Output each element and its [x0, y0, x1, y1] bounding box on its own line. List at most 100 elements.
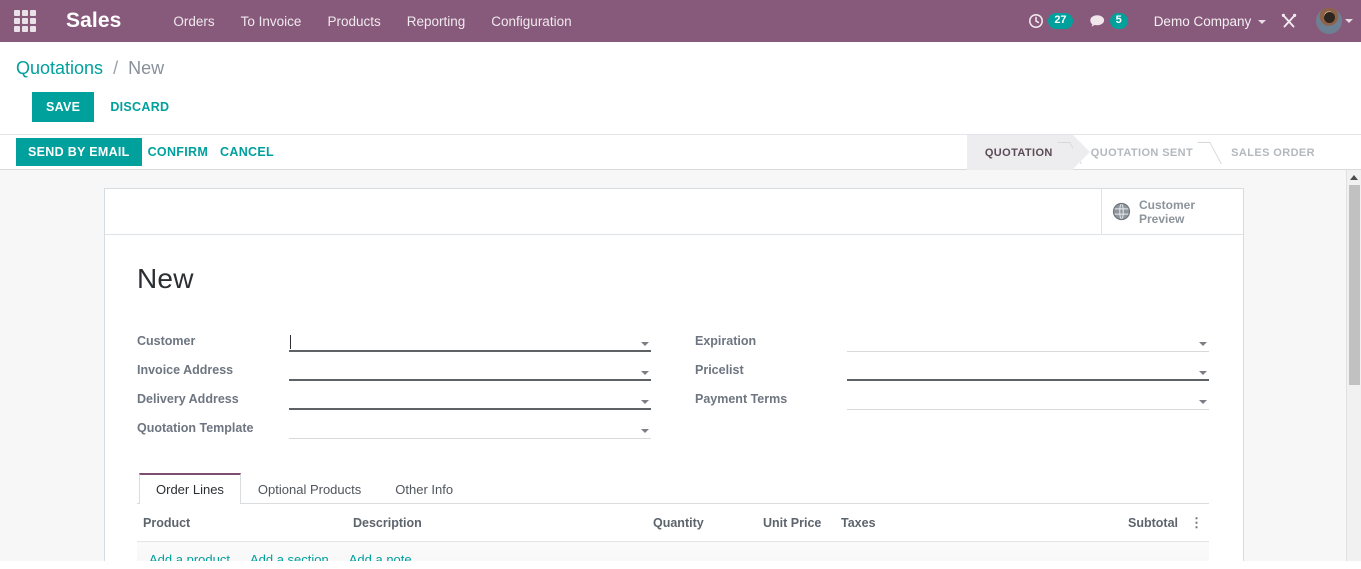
vertical-scrollbar[interactable]: [1346, 170, 1361, 561]
tab-other-info[interactable]: Other Info: [378, 473, 470, 504]
expiration-dropdown-chevron-down-icon[interactable]: [1199, 342, 1207, 346]
field-payment-terms[interactable]: [847, 388, 1209, 410]
discard-button[interactable]: DISCARD: [104, 92, 175, 122]
user-avatar[interactable]: [1316, 8, 1342, 34]
developer-tools-button[interactable]: [1272, 12, 1306, 30]
tab-order-lines[interactable]: Order Lines: [139, 473, 241, 504]
field-row-quotation-template: Quotation Template: [137, 410, 651, 439]
page-title: New: [137, 263, 194, 294]
globe-icon: [1112, 202, 1131, 221]
form-sheet: Customer Preview New Customer Invoice Ad…: [104, 188, 1244, 561]
activity-menu-button[interactable]: 27: [1020, 13, 1080, 29]
order-lines-header: Product Description Quantity Unit Price …: [137, 504, 1209, 542]
confirm-button[interactable]: CONFIRM: [142, 138, 214, 166]
delivery-address-dropdown-chevron-down-icon[interactable]: [641, 400, 649, 404]
app-brand-name[interactable]: Sales: [66, 9, 121, 33]
label-payment-terms: Payment Terms: [695, 392, 788, 406]
quotation-template-input[interactable]: [289, 422, 637, 437]
menu-item-products[interactable]: Products: [327, 14, 380, 29]
field-underline: [289, 379, 651, 381]
column-header-quantity[interactable]: Quantity: [647, 504, 757, 542]
customer-input[interactable]: [289, 335, 637, 350]
scrollbar-thumb[interactable]: [1349, 185, 1360, 385]
chevron-down-icon: [1258, 19, 1266, 24]
pricelist-input[interactable]: [847, 364, 1195, 379]
pricelist-dropdown-chevron-down-icon[interactable]: [1199, 371, 1207, 375]
field-row-pricelist: Pricelist: [695, 352, 1209, 381]
menu-item-reporting[interactable]: Reporting: [407, 14, 466, 29]
label-expiration: Expiration: [695, 334, 757, 348]
apps-launcher-button[interactable]: [8, 0, 42, 42]
navbar-systray: 27 5 Demo Company: [1020, 0, 1353, 42]
form-view-body: Customer Preview New Customer Invoice Ad…: [0, 170, 1361, 561]
field-quotation-template[interactable]: [289, 417, 651, 439]
apps-grid-icon: [14, 10, 36, 32]
cancel-button[interactable]: CANCEL: [214, 138, 280, 166]
tab-optional-products[interactable]: Optional Products: [241, 473, 378, 504]
column-options-button[interactable]: ⋮: [1184, 504, 1209, 542]
customer-preview-button[interactable]: Customer Preview: [1101, 189, 1243, 234]
field-pricelist[interactable]: [847, 359, 1209, 381]
save-button[interactable]: SAVE: [32, 92, 95, 122]
customer-preview-line2: Preview: [1139, 211, 1185, 226]
add-a-note-link[interactable]: Add a note: [349, 552, 412, 561]
breadcrumb: Quotations / New: [16, 58, 1361, 79]
field-expiration[interactable]: [847, 330, 1209, 352]
field-customer[interactable]: [289, 330, 651, 352]
add-line-row: Add a product Add a section Add a note: [137, 541, 1209, 561]
label-delivery-address: Delivery Address: [137, 392, 239, 406]
breadcrumb-item-current: New: [128, 58, 165, 78]
customer-dropdown-chevron-down-icon[interactable]: [641, 342, 649, 346]
field-underline: [847, 409, 1209, 410]
payment-terms-input[interactable]: [847, 393, 1195, 408]
form-column-left: Customer Invoice Address Delivery Addres…: [137, 323, 651, 439]
status-step-sales-order[interactable]: SALES ORDER: [1213, 135, 1335, 170]
invoice-address-dropdown-chevron-down-icon[interactable]: [641, 371, 649, 375]
menu-item-orders[interactable]: Orders: [173, 14, 214, 29]
field-row-customer: Customer: [137, 323, 651, 352]
column-header-subtotal[interactable]: Subtotal: [1065, 504, 1184, 542]
messaging-menu-button[interactable]: 5: [1081, 13, 1136, 29]
company-switcher[interactable]: Demo Company: [1136, 14, 1272, 29]
user-menu-chevron-down-icon[interactable]: [1345, 19, 1353, 23]
payment-terms-dropdown-chevron-down-icon[interactable]: [1199, 400, 1207, 404]
add-a-product-link[interactable]: Add a product: [149, 552, 230, 561]
column-header-description[interactable]: Description: [347, 504, 647, 542]
customer-preview-line1: Customer: [1139, 197, 1196, 212]
column-header-product[interactable]: Product: [137, 504, 347, 542]
status-pipeline: QUOTATION QUOTATION SENT SALES ORDER: [966, 135, 1335, 170]
scrollbar-track[interactable]: [1346, 170, 1361, 561]
label-pricelist: Pricelist: [695, 363, 744, 377]
quotation-template-dropdown-chevron-down-icon[interactable]: [641, 429, 649, 433]
activity-counter-badge: 27: [1048, 13, 1073, 29]
column-header-unit-price[interactable]: Unit Price: [757, 504, 835, 542]
status-step-quotation[interactable]: QUOTATION: [966, 135, 1090, 170]
add-line-cell: Add a product Add a section Add a note: [137, 541, 1209, 561]
label-invoice-address: Invoice Address: [137, 363, 234, 377]
menu-item-configuration[interactable]: Configuration: [491, 14, 571, 29]
delivery-address-input[interactable]: [289, 393, 637, 408]
vertical-dots-icon: ⋮: [1190, 515, 1203, 530]
label-customer: Customer: [137, 334, 196, 348]
send-by-email-button[interactable]: SEND BY EMAIL: [16, 138, 142, 166]
expiration-input[interactable]: [847, 335, 1195, 350]
field-underline: [289, 438, 651, 439]
invoice-address-input[interactable]: [289, 364, 637, 379]
sheet-content: New Customer Invoice Address Delivery Ad…: [105, 235, 1243, 561]
breadcrumb-item-quotations[interactable]: Quotations: [16, 58, 103, 78]
field-row-invoice-address: Invoice Address: [137, 352, 651, 381]
column-header-taxes[interactable]: Taxes: [835, 504, 1065, 542]
field-row-payment-terms: Payment Terms: [695, 381, 1209, 410]
add-a-section-link[interactable]: Add a section: [250, 552, 329, 561]
field-underline: [289, 408, 651, 410]
field-row-delivery-address: Delivery Address: [137, 381, 651, 410]
order-lines-table: Product Description Quantity Unit Price …: [137, 504, 1209, 561]
field-invoice-address[interactable]: [289, 359, 651, 381]
field-underline: [847, 379, 1209, 381]
field-delivery-address[interactable]: [289, 388, 651, 410]
status-step-quotation-sent[interactable]: QUOTATION SENT: [1073, 135, 1213, 170]
menu-item-to-invoice[interactable]: To Invoice: [241, 14, 302, 29]
sheet-button-box-row: Customer Preview: [105, 189, 1243, 235]
scroll-up-arrow-icon[interactable]: [1347, 170, 1361, 185]
notebook-tabs: Order Lines Optional Products Other Info: [137, 473, 1209, 504]
